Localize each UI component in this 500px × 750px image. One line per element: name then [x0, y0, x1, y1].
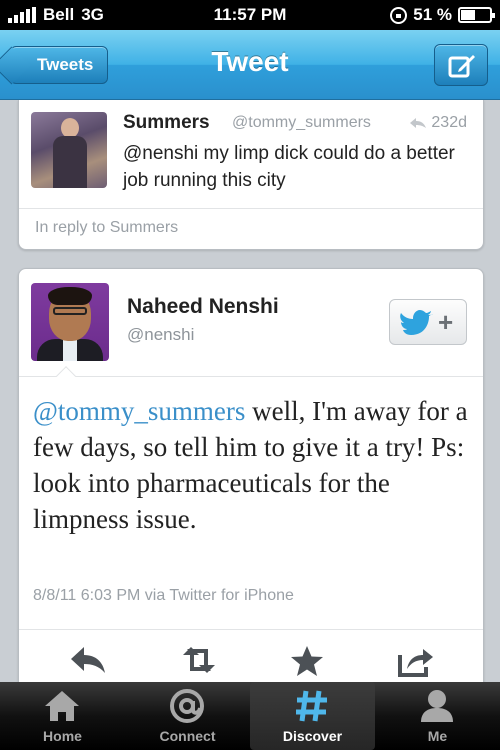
favorite-button[interactable] [289, 645, 325, 676]
tab-connect[interactable]: Connect [125, 682, 250, 750]
tweet-detail-content: Summers @tommy_summers 232d @nenshi my l… [0, 100, 500, 682]
tab-label: Discover [282, 728, 343, 744]
divider-notch [56, 366, 76, 386]
compose-button[interactable] [434, 44, 488, 86]
author-handle: @tommy_summers [232, 114, 371, 131]
home-icon [45, 691, 79, 721]
back-button-label: Tweets [37, 55, 94, 74]
tab-label: Home [43, 728, 82, 744]
navigation-bar: Tweets Tweet [0, 30, 500, 100]
orientation-lock-icon [390, 6, 408, 24]
retweet-button[interactable] [179, 645, 215, 675]
status-bar: Bell 3G 11:57 PM 51 % [0, 0, 500, 30]
tab-label: Connect [159, 728, 216, 744]
back-button[interactable]: Tweets [10, 46, 109, 84]
follow-button[interactable]: + [389, 299, 467, 345]
reply-arrow-icon [410, 118, 427, 128]
star-icon [291, 646, 323, 676]
tweet-age-text: 232d [431, 114, 467, 131]
in-reply-to-tweet[interactable]: Summers @tommy_summers 232d @nenshi my l… [18, 100, 484, 250]
battery-icon [458, 7, 495, 23]
tab-bar: Home Connect Discover Me [0, 682, 500, 750]
battery-percent: 51 % [413, 5, 452, 24]
avatar[interactable] [31, 112, 107, 188]
author-handle: @nenshi [127, 325, 195, 344]
twitter-bird-icon [400, 310, 433, 335]
reply-button[interactable] [69, 645, 105, 675]
avatar[interactable] [31, 283, 109, 361]
hashtag-icon [296, 690, 327, 722]
tab-home[interactable]: Home [0, 682, 125, 750]
tweet-actions [19, 633, 483, 682]
mention-link[interactable]: @tommy_summers [33, 396, 245, 426]
retweet-icon [183, 647, 215, 673]
at-icon [170, 689, 204, 723]
tab-label: Me [427, 728, 448, 744]
in-reply-to-label[interactable]: In reply to Summers [35, 219, 178, 237]
share-icon [398, 649, 433, 677]
tweet-timestamp: 8/8/11 6:03 PM via Twitter for iPhone [33, 587, 294, 604]
author-name: Summers [123, 112, 210, 133]
main-tweet: Naheed Nenshi @nenshi + @tommy_summers w… [18, 268, 484, 682]
divider [19, 376, 483, 377]
divider [19, 629, 483, 630]
divider [19, 208, 483, 209]
share-button[interactable] [397, 645, 433, 677]
tab-me[interactable]: Me [375, 682, 500, 750]
person-icon [421, 690, 453, 722]
follow-plus-sign: + [438, 307, 454, 337]
author-name: Naheed Nenshi [127, 295, 279, 318]
tweet-text: @nenshi my limp dick could do a better j… [123, 143, 455, 191]
tweet-age: 232d [409, 114, 467, 132]
compose-icon [448, 55, 475, 78]
reply-icon [71, 647, 105, 673]
tab-discover[interactable]: Discover [250, 682, 375, 750]
tweet-text: @tommy_summers well, I'm away for a few … [33, 393, 473, 537]
